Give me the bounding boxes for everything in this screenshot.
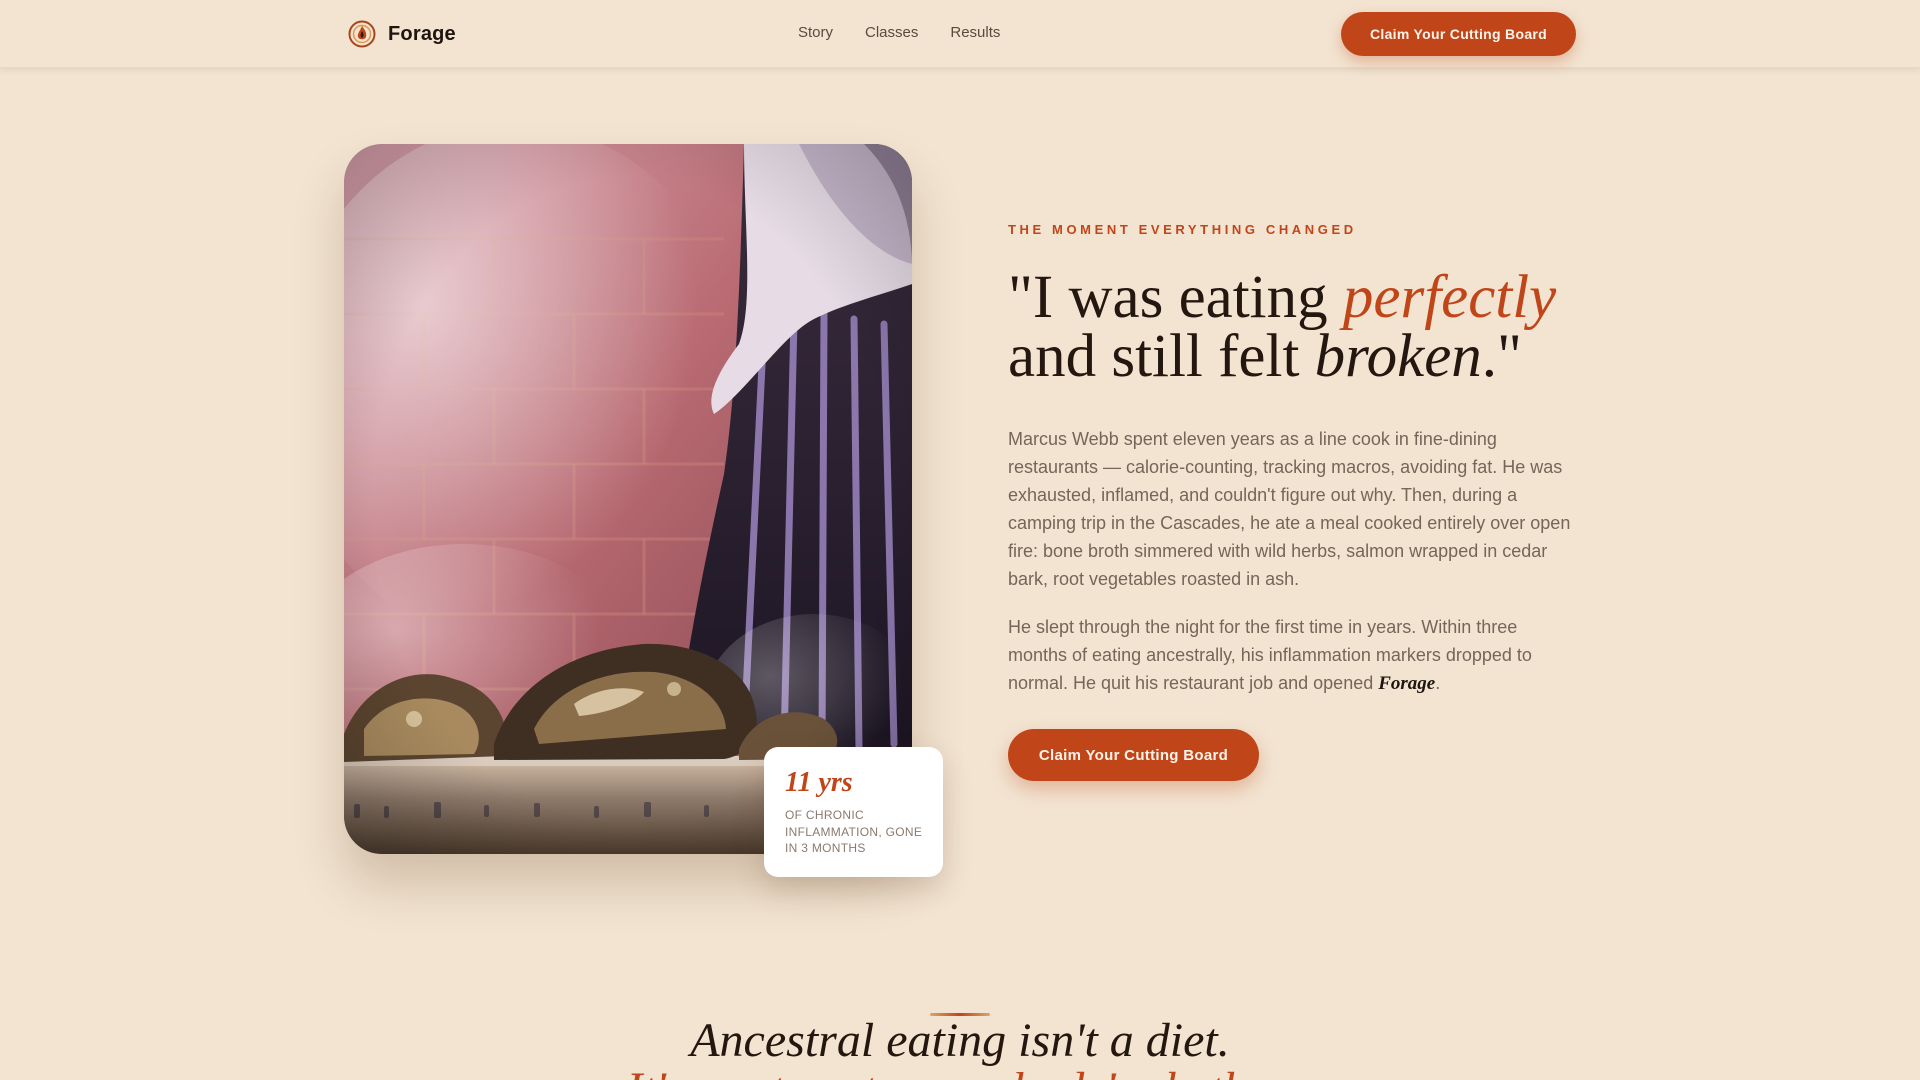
hero-headline: "I was eating perfectly and still felt b… [1008, 267, 1608, 387]
section-heading: Ancestral eating isn't a diet. [690, 1014, 1230, 1067]
headline-part-2: and still felt [1008, 323, 1315, 390]
nav-link-story[interactable]: Story [798, 24, 833, 41]
headline-accent-word: perfectly [1342, 264, 1557, 331]
story-paragraph-2: He slept through the night for the first… [1008, 613, 1578, 698]
headline-part-1: "I was eating [1008, 264, 1343, 331]
brand-name: Forage [388, 22, 456, 45]
hero-claim-cutting-board-button[interactable]: Claim Your Cutting Board [1008, 729, 1259, 781]
story-paragraph-1: Marcus Webb spent eleven years as a line… [1008, 429, 1571, 589]
nav-links: Story Classes Results [798, 24, 1000, 41]
brand-logo-link[interactable]: Forage [348, 18, 456, 50]
top-nav: Forage Story Classes Results Claim Your … [0, 0, 1920, 68]
flame-logo-icon [348, 20, 376, 48]
headline-italic-word: broken [1314, 323, 1482, 390]
stat-card: 11 yrs OF CHRONIC INFLAMMATION, GONE IN … [764, 747, 943, 877]
section-subheading: It's a return to your body's rhythm. [0, 1062, 1920, 1080]
stat-caption: OF CHRONIC INFLAMMATION, GONE IN 3 MONTH… [785, 808, 923, 855]
story-paragraph-2-text: He slept through the night for the first… [1008, 617, 1532, 693]
story-brand-name: Forage [1378, 673, 1436, 694]
nav-link-results[interactable]: Results [950, 24, 1000, 41]
headline-part-3: ." [1481, 323, 1522, 390]
hero-eyebrow: THE MOMENT EVERYTHING CHANGED [1008, 222, 1357, 237]
nav-claim-cutting-board-button[interactable]: Claim Your Cutting Board [1341, 12, 1576, 56]
section-divider [930, 1013, 990, 1016]
stat-value: 11 yrs [785, 767, 853, 798]
nav-link-classes[interactable]: Classes [865, 24, 918, 41]
story-paragraph-2-end: . [1435, 673, 1441, 693]
